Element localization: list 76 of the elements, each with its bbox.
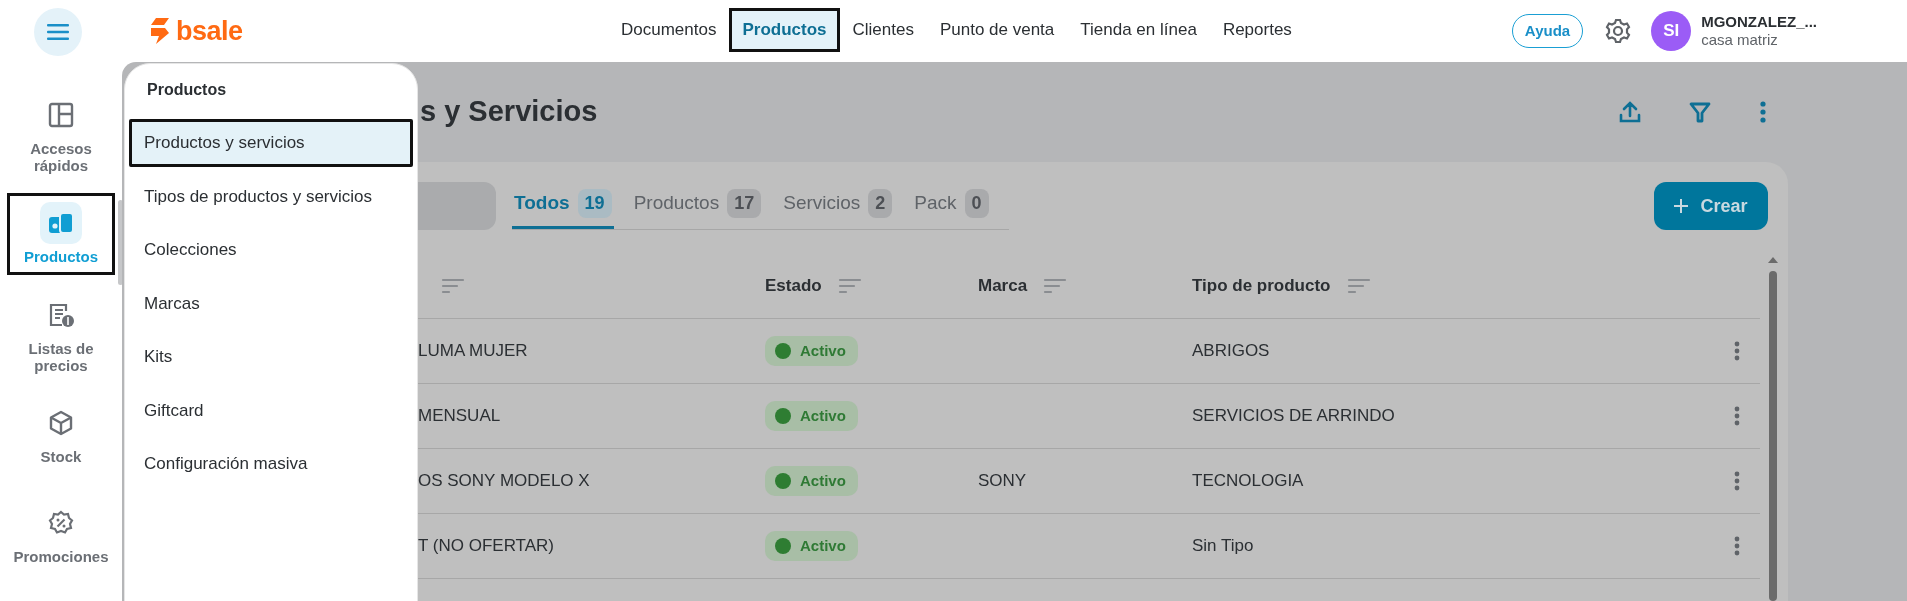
discount-icon <box>48 510 74 537</box>
page-title: s y Servicios <box>420 94 598 130</box>
sidebar-item[interactable]: Listas de precios <box>7 284 115 384</box>
submenu-title: Productos <box>147 80 227 100</box>
price-list-icon <box>48 301 74 328</box>
status-dot <box>775 472 791 489</box>
submenu-item[interactable]: Configuración masiva <box>129 440 413 488</box>
tab-label: Pack <box>914 190 957 215</box>
submenu-item[interactable]: Tipos de productos y servicios <box>129 172 413 220</box>
more-icon[interactable] <box>1759 101 1767 123</box>
column-header: Estado <box>765 275 822 298</box>
nav-link[interactable]: Productos <box>729 8 840 52</box>
nav-link[interactable]: Tienda en línea <box>1067 8 1210 52</box>
sidebar-item[interactable]: Stock <box>7 393 115 475</box>
plus-icon <box>1674 199 1689 213</box>
upload-icon[interactable] <box>1619 101 1641 123</box>
status-badge: Activo <box>765 400 858 432</box>
submenu-item[interactable]: Productos y servicios <box>129 119 413 167</box>
nav-link[interactable]: Punto de venta <box>926 8 1068 52</box>
tab-label: Todos <box>514 190 570 215</box>
products-icon <box>48 211 74 236</box>
count-badge: 17 <box>727 188 762 218</box>
submenu-item[interactable]: Colecciones <box>129 226 413 274</box>
settings-icon[interactable] <box>1605 18 1632 44</box>
table-cell: T (NO OFERTAR) <box>418 536 554 556</box>
scrollbar[interactable] <box>1768 257 1778 601</box>
search-field[interactable] <box>418 182 496 230</box>
filter-icon[interactable] <box>1689 101 1711 123</box>
table-cell: ABRIGOS <box>1192 341 1270 361</box>
submenu-item[interactable]: Kits <box>129 333 413 381</box>
tab-label: Productos <box>633 190 720 215</box>
table-cell: SONY <box>978 471 1027 491</box>
branch-name: casa matriz <box>1701 31 1779 49</box>
sort-icon[interactable] <box>1346 278 1371 294</box>
nav-link[interactable]: Documentos <box>608 8 730 52</box>
more-icon[interactable] <box>1734 471 1740 491</box>
table-cell: SERVICIOS DE ARRINDO <box>1192 406 1395 426</box>
sort-icon[interactable] <box>837 278 862 294</box>
logo: bsale <box>176 14 243 48</box>
sidebar-item[interactable]: Promociones <box>7 493 115 575</box>
status-badge: Activo <box>765 530 858 562</box>
cube-icon <box>48 410 74 437</box>
tab-label: Servicios <box>783 190 861 215</box>
menu-icon <box>47 24 69 40</box>
column-header: Tipo de producto <box>1192 275 1331 298</box>
sort-icon[interactable] <box>441 278 465 294</box>
sort-icon[interactable] <box>1043 278 1068 294</box>
more-icon[interactable] <box>1734 406 1740 426</box>
user-name: MGONZALEZ_... <box>1701 13 1817 31</box>
table-cell: MENSUAL <box>418 406 501 426</box>
submenu-item[interactable]: Giftcard <box>129 386 413 434</box>
layout-icon <box>48 101 74 128</box>
status-badge: Activo <box>765 465 858 497</box>
table-cell: Sin Tipo <box>1192 536 1254 556</box>
nav-link[interactable]: Clientes <box>839 8 927 52</box>
menu-button[interactable] <box>34 8 82 56</box>
status-badge: Activo <box>765 335 858 367</box>
help-button[interactable]: Ayuda <box>1511 13 1584 49</box>
nav-link[interactable]: Reportes <box>1209 8 1305 52</box>
count-badge: 0 <box>964 188 989 218</box>
table-cell: OS SONY MODELO X <box>418 471 590 491</box>
user-avatar: SI <box>1651 11 1692 51</box>
status-dot <box>775 537 791 554</box>
count-badge: 2 <box>868 188 893 218</box>
sidebar-item[interactable]: Accesos rápidos <box>7 84 115 184</box>
more-icon[interactable] <box>1734 341 1740 361</box>
logo-icon <box>150 18 170 44</box>
status-dot <box>775 342 791 359</box>
submenu-item[interactable]: Marcas <box>129 279 413 327</box>
status-dot <box>775 407 791 424</box>
more-icon[interactable] <box>1734 536 1740 556</box>
column-header: Marca <box>978 275 1028 298</box>
table-cell: TECNOLOGIA <box>1192 471 1304 491</box>
table-cell: LUMA MUJER <box>418 341 528 361</box>
create-button[interactable]: Crear <box>1654 182 1768 230</box>
count-badge: 19 <box>577 188 612 218</box>
